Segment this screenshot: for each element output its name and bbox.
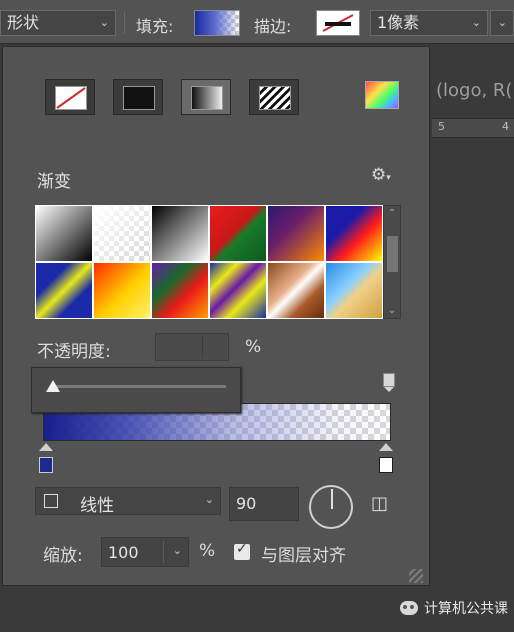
angle-dial-hand	[331, 489, 333, 509]
chevron-down-icon: ⌄	[204, 493, 214, 506]
caret-down-icon: ▾	[386, 173, 391, 183]
align-with-layer-checkbox[interactable]	[234, 541, 250, 560]
align-with-layer-label: 与图层对齐	[261, 546, 346, 566]
reverse-gradient-icon[interactable]: ◫	[371, 493, 388, 514]
field-divider	[202, 336, 203, 358]
opacity-input[interactable]	[155, 333, 229, 361]
fill-swatch[interactable]	[194, 10, 240, 36]
gradient-icon	[191, 86, 223, 110]
no-fill-icon	[55, 86, 87, 110]
shape-mode-label: 形状	[7, 13, 40, 32]
no-fill-button[interactable]	[45, 79, 95, 115]
chevron-down-icon: ⌄	[471, 16, 481, 29]
gradient-preset-swatch[interactable]	[268, 263, 324, 318]
color-stop-arrow	[379, 443, 393, 451]
stroke-width-select[interactable]: 1像素 ⌄	[370, 10, 488, 36]
horizontal-ruler: 5 4	[432, 118, 514, 138]
linear-style-icon	[44, 494, 58, 508]
gradient-preset-swatch[interactable]	[268, 206, 324, 261]
chevron-down-icon: ⌄	[172, 544, 182, 557]
opacity-slider-track[interactable]	[54, 385, 226, 388]
opacity-slider-knob[interactable]	[46, 380, 60, 392]
scale-label: 缩放:	[43, 546, 83, 566]
scroll-thumb[interactable]	[387, 236, 398, 272]
gradient-button[interactable]	[181, 79, 231, 115]
gradient-preset-swatch[interactable]	[326, 206, 382, 261]
pattern-icon	[259, 86, 291, 110]
stroke-width-value: 1像素	[377, 13, 420, 32]
stroke-swatch[interactable]	[316, 10, 360, 36]
toolbar-separator	[124, 12, 125, 34]
fill-label: 填充:	[136, 17, 174, 36]
gradient-preset-swatch[interactable]	[152, 263, 208, 318]
gradient-preset-swatch[interactable]	[94, 263, 150, 318]
gradient-preset-swatch[interactable]	[210, 263, 266, 318]
stroke-label: 描边:	[254, 17, 292, 36]
color-stop-left[interactable]	[39, 457, 53, 473]
gradient-style-select[interactable]: 线性 ⌄	[35, 487, 221, 516]
opacity-slider-popup	[31, 367, 241, 413]
fill-gradient-panel: 渐变 ⚙▾ ⌃ ⌄ 不透明度: % 线性 ⌄ 90 ◫ 缩放: 100 ⌄ % …	[2, 46, 430, 586]
gradient-preset-swatch[interactable]	[36, 206, 92, 261]
scale-percent-sign: %	[199, 541, 216, 561]
resize-grip-icon[interactable]	[409, 569, 423, 583]
solid-color-icon	[123, 86, 155, 110]
watermark-text: 计算机公共课	[424, 601, 508, 617]
gear-icon: ⚙	[371, 165, 387, 185]
color-picker-button[interactable]	[365, 81, 399, 109]
chevron-down-icon: ⌄	[497, 16, 507, 29]
scale-input[interactable]: 100 ⌄	[101, 537, 189, 567]
scroll-up-icon[interactable]: ⌃	[384, 208, 400, 219]
gradient-settings-menu[interactable]: ⚙▾	[371, 165, 391, 185]
opacity-percent-sign: %	[245, 337, 262, 357]
no-stroke-icon	[322, 14, 354, 32]
color-stop-arrow	[39, 443, 53, 451]
angle-input[interactable]: 90	[229, 487, 299, 521]
gradient-presets-grid	[35, 205, 383, 319]
gradient-preset-swatch[interactable]	[210, 206, 266, 261]
document-tab-title: (logo, R(	[436, 80, 513, 101]
pattern-button[interactable]	[249, 79, 299, 115]
gradient-preset-swatch[interactable]	[36, 263, 92, 318]
chevron-down-icon: ⌄	[99, 16, 109, 29]
opacity-stop-right[interactable]	[383, 373, 395, 392]
color-stop-right[interactable]	[379, 457, 393, 473]
gradient-preset-swatch[interactable]	[94, 206, 150, 261]
scroll-down-icon[interactable]: ⌄	[384, 305, 400, 316]
scale-value: 100	[108, 543, 139, 562]
options-bar: 形状 ⌄ 填充: 描边: 1像素 ⌄ ⌄	[0, 0, 514, 44]
opacity-label: 不透明度:	[37, 342, 111, 362]
shape-mode-select[interactable]: 形状 ⌄	[0, 10, 116, 36]
wechat-icon	[400, 601, 418, 615]
gradient-preset-swatch[interactable]	[152, 206, 208, 261]
angle-dial[interactable]	[309, 485, 353, 529]
watermark: 计算机公共课	[400, 598, 508, 618]
ruler-mark: 5	[438, 120, 445, 133]
stroke-options-select[interactable]: ⌄	[490, 10, 514, 36]
field-divider	[163, 541, 164, 563]
ruler-mark: 4	[502, 120, 509, 133]
solid-color-button[interactable]	[113, 79, 163, 115]
presets-scrollbar[interactable]: ⌃ ⌄	[383, 205, 401, 319]
gradient-preset-swatch[interactable]	[326, 263, 382, 318]
gradient-style-label: 线性	[80, 496, 114, 516]
gradient-section-title: 渐变	[37, 172, 71, 192]
